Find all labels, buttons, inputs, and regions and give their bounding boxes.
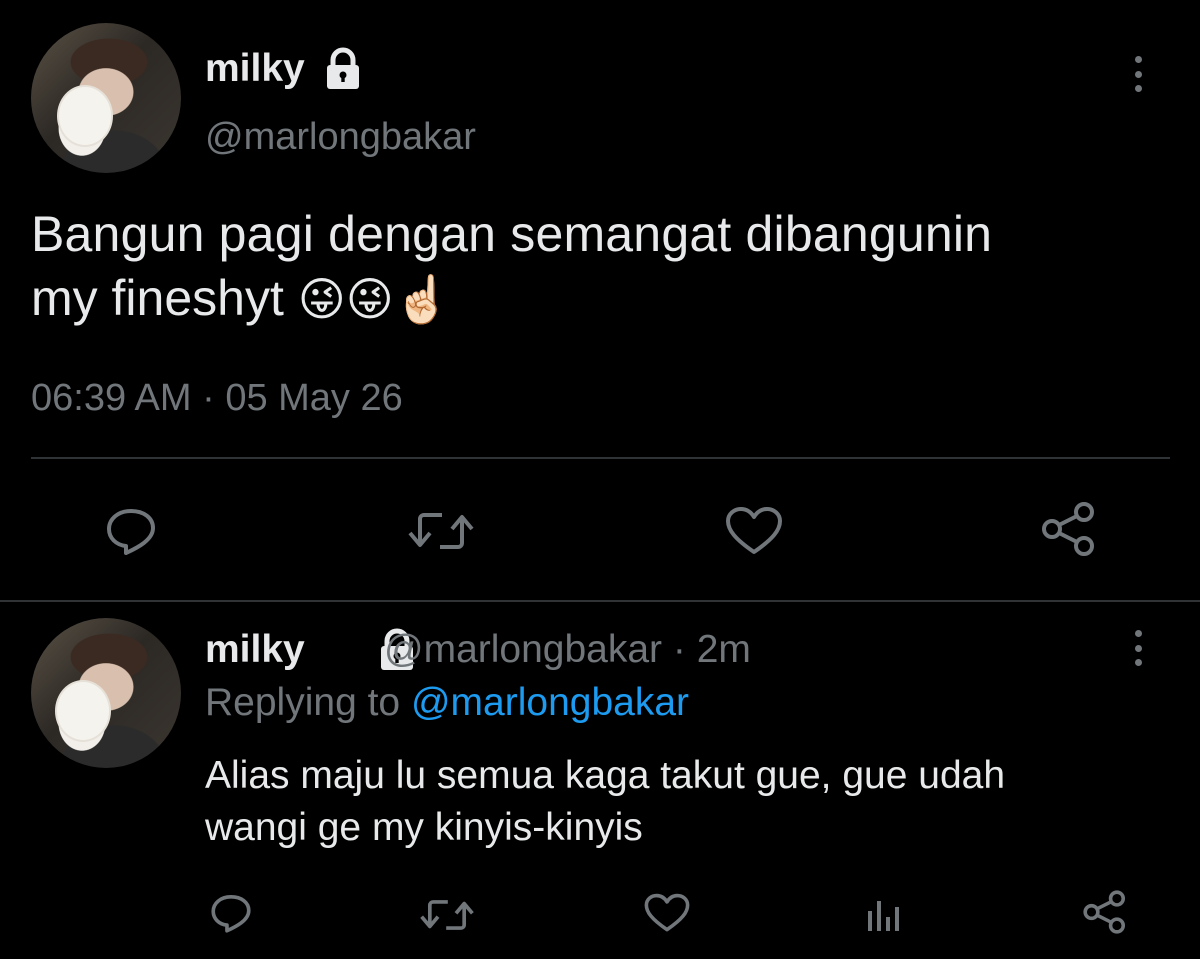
- tweet-text-line-2-text: my fineshyt: [31, 270, 284, 326]
- analytics-icon[interactable]: [864, 893, 906, 935]
- timestamp[interactable]: 06:39 AM · 05 May 26: [31, 375, 403, 421]
- share-icon[interactable]: [1082, 889, 1128, 935]
- more-options-icon[interactable]: [1133, 630, 1143, 666]
- tweet-text-line-1: Bangun pagi dengan semangat dibangunin: [31, 206, 993, 262]
- avatar[interactable]: [31, 23, 181, 173]
- reply-icon[interactable]: [105, 505, 157, 557]
- avatar-cat: [57, 682, 109, 740]
- replying-prefix: Replying to: [205, 681, 411, 724]
- tweet-text-line-2: my fineshyt 😜😜☝🏻: [31, 268, 451, 329]
- section-divider: [0, 600, 1200, 602]
- more-options-icon[interactable]: [1133, 56, 1143, 92]
- reply-avatar[interactable]: [31, 618, 181, 768]
- reply-display-name[interactable]: milky: [205, 628, 305, 671]
- reply-header: milky: [205, 627, 305, 673]
- divider: [31, 457, 1170, 459]
- share-icon[interactable]: [1040, 500, 1098, 558]
- tweet-emojis: 😜😜☝🏻: [297, 273, 451, 325]
- like-icon[interactable]: [644, 893, 690, 933]
- reply-icon[interactable]: [210, 892, 252, 934]
- lock-icon: [318, 45, 368, 96]
- like-icon[interactable]: [725, 506, 783, 556]
- display-name[interactable]: milky: [205, 46, 305, 92]
- reply-text-line-2: wangi ge my kinyis-kinyis: [205, 806, 643, 849]
- retweet-icon[interactable]: [420, 895, 474, 935]
- retweet-icon[interactable]: [408, 507, 474, 555]
- handle[interactable]: @marlongbakar: [205, 114, 476, 160]
- replying-handle-link[interactable]: @marlongbakar: [411, 681, 689, 724]
- avatar-cat: [59, 87, 111, 145]
- reply-handle-time[interactable]: @marlongbakar · 2m: [384, 627, 751, 673]
- replying-to: Replying to @marlongbakar: [205, 680, 689, 726]
- reply-text-line-1: Alias maju lu semua kaga takut gue, gue …: [205, 754, 1006, 797]
